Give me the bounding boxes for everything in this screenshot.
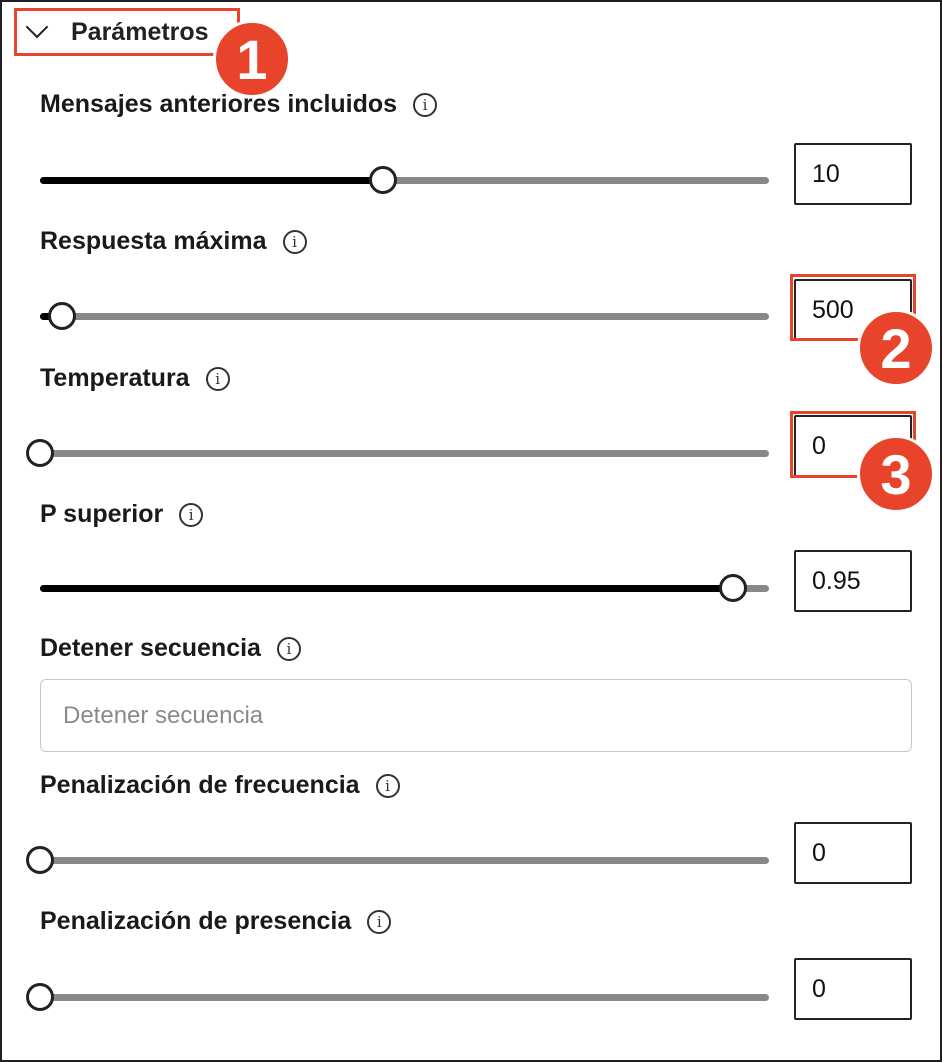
callout-badge-3: 3	[857, 435, 935, 513]
slider-track	[40, 994, 769, 1001]
info-icon[interactable]: i	[367, 909, 392, 934]
max-response-slider[interactable]	[40, 301, 769, 331]
frequency-penalty-slider[interactable]	[26, 845, 769, 875]
section-title: Parámetros	[71, 17, 209, 46]
info-icon[interactable]: i	[282, 229, 307, 254]
slider-fill	[40, 585, 733, 592]
frequency-penalty-value-input[interactable]: 0	[794, 822, 912, 884]
presence-penalty-value-input[interactable]: 0	[794, 958, 912, 1020]
param-label: Mensajes anteriores incluidos	[40, 90, 398, 118]
top-p-value-input[interactable]: 0.95	[794, 550, 912, 612]
param-label-row-temperature: Temperatura i	[40, 364, 230, 393]
slider-fill	[40, 177, 383, 184]
param-label: Temperatura	[40, 364, 190, 392]
callout-badge-1: 1	[213, 20, 291, 98]
callout-badge-2: 2	[857, 309, 935, 387]
chevron-down-icon	[25, 15, 49, 39]
past-messages-value-input[interactable]: 10	[794, 143, 912, 205]
param-label-row-stop-sequence: Detener secuencia i	[40, 634, 301, 663]
info-icon[interactable]: i	[179, 502, 204, 527]
slider-thumb[interactable]	[718, 574, 747, 602]
past-messages-slider[interactable]	[40, 165, 769, 195]
param-label: Penalización de frecuencia	[40, 771, 360, 799]
param-label: Penalización de presencia	[40, 907, 352, 935]
param-label-row-top-p: P superior i	[40, 500, 204, 529]
param-label: P superior	[40, 500, 164, 528]
stop-sequence-input[interactable]	[40, 679, 912, 752]
slider-thumb[interactable]	[26, 439, 54, 467]
slider-track	[40, 857, 769, 864]
slider-thumb[interactable]	[368, 166, 397, 194]
info-icon[interactable]: i	[276, 636, 301, 661]
info-icon[interactable]: i	[375, 773, 400, 798]
temperature-slider[interactable]	[26, 438, 769, 468]
stop-sequence-label: Detener secuencia	[40, 634, 261, 662]
param-label: Respuesta máxima	[40, 227, 267, 255]
param-label-row-frequency-penalty: Penalización de frecuencia i	[40, 771, 400, 800]
slider-thumb[interactable]	[47, 302, 76, 330]
slider-thumb[interactable]	[26, 846, 54, 874]
presence-penalty-slider[interactable]	[26, 982, 769, 1012]
param-label-row-presence-penalty: Penalización de presencia i	[40, 907, 392, 936]
param-label-row-max-response: Respuesta máxima i	[40, 227, 307, 256]
slider-track	[40, 450, 769, 457]
top-p-slider[interactable]	[40, 573, 769, 603]
slider-track	[40, 313, 769, 320]
parameters-panel: Parámetros Mensajes anteriores incluidos…	[0, 0, 942, 1062]
slider-thumb[interactable]	[26, 983, 54, 1011]
info-icon[interactable]: i	[205, 366, 230, 391]
parameters-section-header[interactable]: Parámetros	[14, 8, 240, 56]
info-icon[interactable]: i	[413, 92, 438, 117]
